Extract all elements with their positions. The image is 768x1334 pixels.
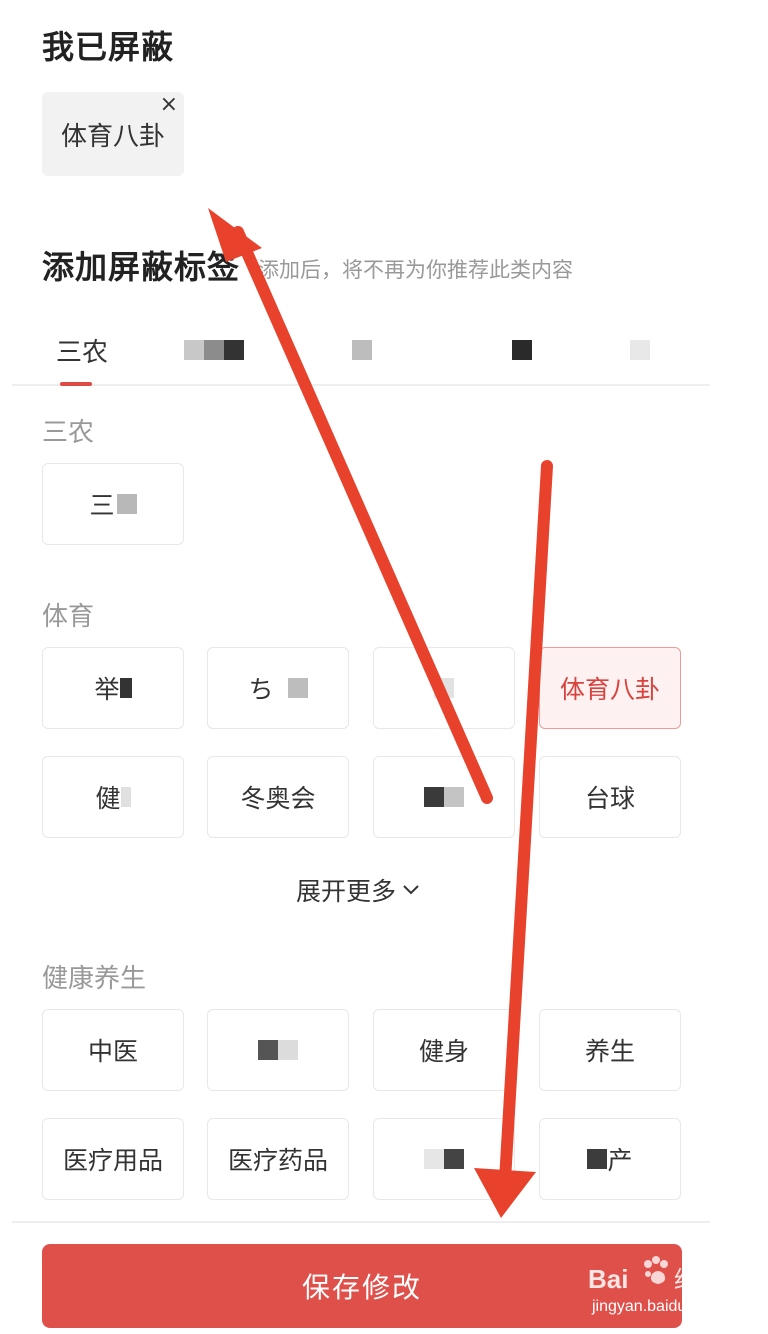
footer-divider xyxy=(12,1221,710,1223)
chip-sports-7[interactable] xyxy=(373,756,515,838)
category-label-sports: 体育 xyxy=(42,602,95,632)
tab-2[interactable] xyxy=(172,330,272,370)
tab-4[interactable] xyxy=(482,330,552,370)
close-icon[interactable]: × xyxy=(160,94,178,116)
chip-sports-selected[interactable]: 体育八卦 xyxy=(539,647,681,729)
svg-text:Bai: Bai xyxy=(588,1264,628,1294)
tab-label: 三农 xyxy=(56,337,109,368)
add-section-hint: 添加后，将不再为你推荐此类内容 xyxy=(258,258,573,282)
blocked-tag-label: 体育八卦 xyxy=(60,121,165,152)
arrow-to-save-button xyxy=(474,460,553,1218)
svg-text:经验: 经验 xyxy=(674,1267,722,1294)
active-tab-indicator xyxy=(60,382,92,386)
add-section-title: 添加屏蔽标签 xyxy=(42,248,241,286)
chip-sannong-1[interactable]: 三 xyxy=(42,463,184,545)
chip-health-1[interactable]: 中医 xyxy=(42,1009,184,1091)
chip-sports-5[interactable]: 健 xyxy=(42,756,184,838)
chip-health-3[interactable]: 健身 xyxy=(373,1009,515,1091)
chip-sports-1[interactable]: 举 xyxy=(42,647,184,729)
chip-health-5[interactable]: 医疗用品 xyxy=(42,1118,184,1200)
category-label-health: 健康养生 xyxy=(42,964,147,994)
show-more-button[interactable]: 展开更多 xyxy=(296,872,422,908)
chip-health-7[interactable] xyxy=(373,1118,515,1200)
tab-5[interactable] xyxy=(608,330,668,370)
category-tabs: 三农 xyxy=(12,322,710,386)
chip-sports-6[interactable]: 冬奥会 xyxy=(207,756,349,838)
tab-sannong[interactable]: 三农 xyxy=(56,330,108,370)
chevron-down-icon xyxy=(403,885,419,895)
blocked-tag[interactable]: 体育八卦 × xyxy=(42,92,184,176)
show-more-label: 展开更多 xyxy=(296,877,397,906)
chip-health-2[interactable] xyxy=(207,1009,349,1091)
chip-sports-8[interactable]: 台球 xyxy=(539,756,681,838)
chip-health-8[interactable]: 产 xyxy=(539,1118,681,1200)
category-label-sannong: 三农 xyxy=(42,418,95,448)
chip-sports-3[interactable] xyxy=(373,647,515,729)
chip-sports-2[interactable]: ち xyxy=(207,647,349,729)
save-button[interactable]: 保存修改 xyxy=(42,1244,682,1328)
watermark-url: jingyan.baidu.com xyxy=(592,1298,721,1315)
chip-health-6[interactable]: 医疗药品 xyxy=(207,1118,349,1200)
tab-3[interactable] xyxy=(302,330,422,370)
chip-health-4[interactable]: 养生 xyxy=(539,1009,681,1091)
blocked-section-title: 我已屏蔽 xyxy=(42,28,175,66)
